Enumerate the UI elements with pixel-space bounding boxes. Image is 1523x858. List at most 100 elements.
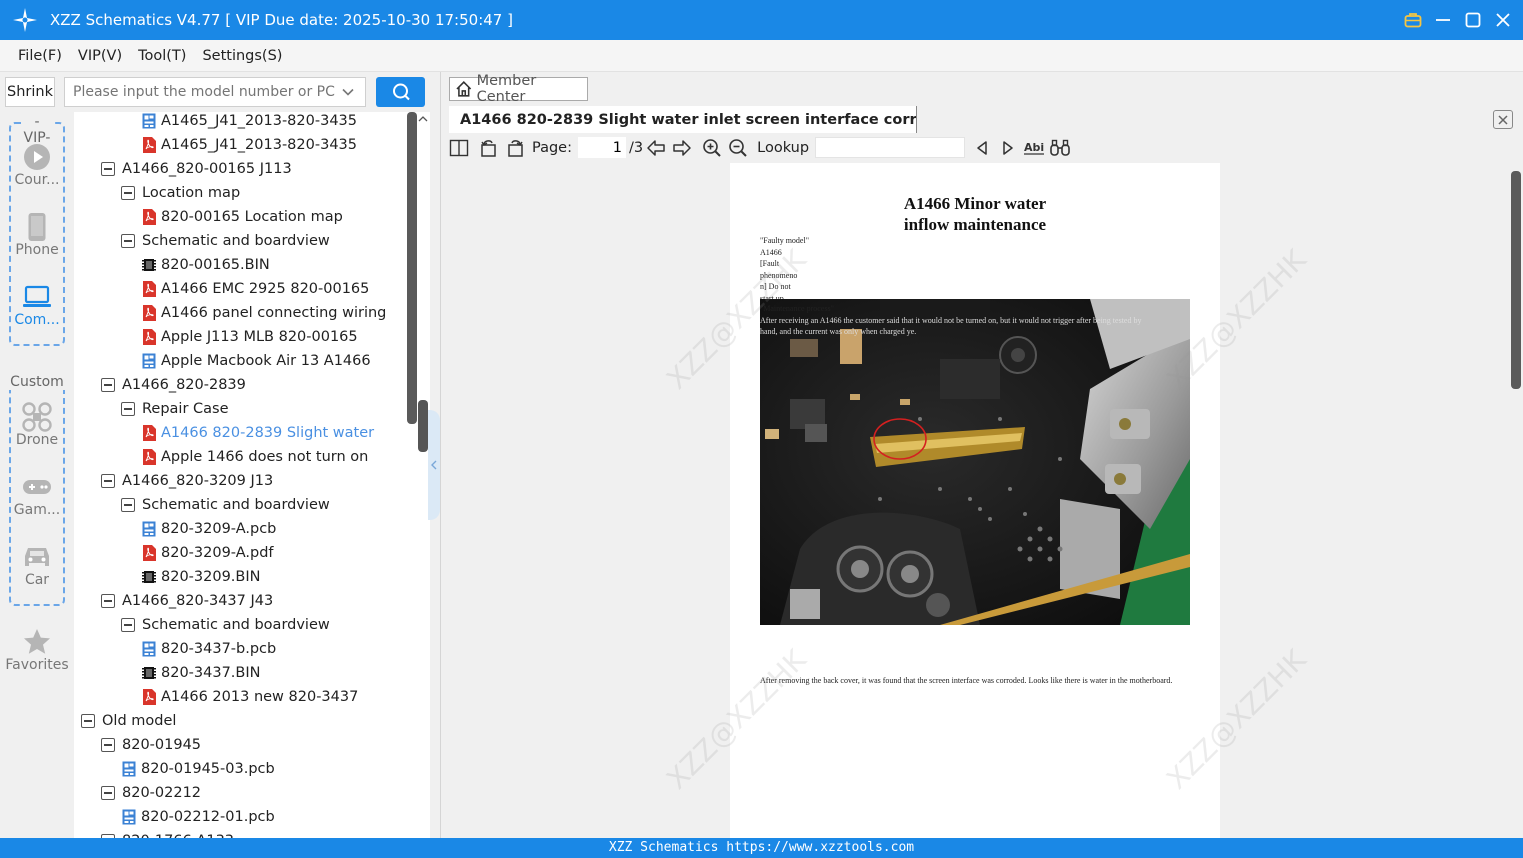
- maximize-icon[interactable]: [1463, 10, 1483, 30]
- menu-file[interactable]: File(F): [10, 48, 70, 64]
- window-title: XZZ Schematics V4.77 [ VIP Due date: 202…: [50, 11, 513, 29]
- tree-row[interactable]: 820-1766 A133: [101, 829, 234, 838]
- model-search-input[interactable]: [73, 84, 335, 100]
- collapse-toggle-icon[interactable]: [101, 738, 115, 752]
- match-case-icon[interactable]: Abi: [1021, 136, 1047, 160]
- collapse-panel-handle[interactable]: [428, 410, 440, 520]
- collapse-toggle-icon[interactable]: [81, 714, 95, 728]
- tree-row[interactable]: 820-02212-01.pcb: [122, 805, 275, 829]
- tree-row[interactable]: A1466 820-2839 Slight water: [142, 421, 374, 445]
- collapse-toggle-icon[interactable]: [101, 378, 115, 392]
- tree-row[interactable]: Apple Macbook Air 13 A1466: [142, 349, 371, 373]
- menu-tool[interactable]: Tool(T): [130, 48, 194, 64]
- collapse-toggle-icon[interactable]: [121, 402, 135, 416]
- binoculars-icon[interactable]: [1047, 136, 1073, 160]
- menu-settings[interactable]: Settings(S): [194, 48, 290, 64]
- viewer-scrollbar-thumb[interactable]: [1511, 171, 1521, 389]
- tree-row[interactable]: Old model: [81, 709, 176, 733]
- tree-scrollbar-thumb[interactable]: [407, 112, 417, 424]
- category-drone[interactable]: Drone: [0, 402, 74, 448]
- tree-row-label: Apple Macbook Air 13 A1466: [161, 353, 371, 369]
- collapse-toggle-icon[interactable]: [121, 234, 135, 248]
- pdf-viewer[interactable]: A1466 Minor water inflow maintenance "Fa…: [441, 161, 1523, 838]
- tree-row[interactable]: A1466_820-2839: [101, 373, 246, 397]
- zoom-in-icon[interactable]: [699, 136, 725, 160]
- category-game[interactable]: Gam...: [0, 472, 74, 518]
- close-tab-icon[interactable]: [1493, 110, 1513, 129]
- tree-row[interactable]: A1466 EMC 2925 820-00165: [142, 277, 369, 301]
- category-courses[interactable]: Cour...: [0, 142, 74, 188]
- category-car[interactable]: Car: [0, 542, 74, 588]
- panel-splitter[interactable]: [418, 400, 428, 452]
- category-phone[interactable]: Phone: [0, 212, 74, 258]
- tree-row-label: 820-01945: [122, 737, 202, 753]
- next-page-icon[interactable]: [669, 136, 695, 160]
- collapse-toggle-icon[interactable]: [101, 786, 115, 800]
- tree-row[interactable]: 820-3437-b.pcb: [142, 637, 276, 661]
- page-input[interactable]: [578, 137, 626, 158]
- tree-scrollbar[interactable]: [407, 112, 428, 838]
- tree-row[interactable]: 820-01945: [101, 733, 201, 757]
- rotate-right-icon[interactable]: [502, 136, 528, 160]
- tree-row[interactable]: 820-02212: [101, 781, 201, 805]
- sidebar-toggle-icon[interactable]: [446, 136, 472, 160]
- tree-row[interactable]: Schematic and boardview: [121, 493, 330, 517]
- tree-row[interactable]: Location map: [121, 181, 240, 205]
- previous-page-icon[interactable]: [643, 136, 669, 160]
- find-previous-icon[interactable]: [969, 136, 995, 160]
- tree-row-label: 820-02212-01.pcb: [141, 809, 275, 825]
- tree-row[interactable]: A1466 panel connecting wiring: [142, 301, 386, 325]
- collapse-toggle-icon[interactable]: [101, 162, 115, 176]
- search-button[interactable]: [376, 77, 425, 107]
- chevron-left-icon: [431, 460, 437, 470]
- zoom-out-icon[interactable]: [725, 136, 751, 160]
- pdf-file-icon: [143, 137, 156, 153]
- tree-row[interactable]: A1466 2013 new 820-3437: [142, 685, 358, 709]
- vip-bag-icon[interactable]: [1403, 10, 1423, 30]
- tree-row[interactable]: 820-00165 Location map: [142, 205, 343, 229]
- tree-row[interactable]: 820-00165.BIN: [142, 253, 270, 277]
- tree-row[interactable]: Schematic and boardview: [121, 613, 330, 637]
- viewer-scrollbar[interactable]: [1509, 161, 1523, 838]
- tree-row[interactable]: A1466_820-3437 J43: [101, 589, 273, 613]
- bin-file-icon: [142, 571, 156, 583]
- tree-row[interactable]: Repair Case: [121, 397, 229, 421]
- tree-row[interactable]: 820-01945-03.pcb: [122, 757, 275, 781]
- shrink-button[interactable]: Shrink: [5, 77, 55, 107]
- tree-row[interactable]: A1466_820-3209 J13: [101, 469, 273, 493]
- rotate-left-icon[interactable]: [476, 136, 502, 160]
- lookup-input[interactable]: [815, 137, 966, 158]
- collapse-toggle-icon[interactable]: [121, 186, 135, 200]
- pdf-file-icon: [143, 545, 156, 561]
- tree-row[interactable]: A1465_J41_2013-820-3435: [142, 112, 357, 133]
- tree-row[interactable]: Apple 1466 does not turn on: [142, 445, 368, 469]
- category-computer[interactable]: Com...: [0, 282, 74, 328]
- tree-row[interactable]: 820-3437.BIN: [142, 661, 261, 685]
- scroll-up-icon[interactable]: [418, 114, 428, 124]
- tree-row[interactable]: 820-3209-A.pdf: [142, 541, 274, 565]
- tree-row[interactable]: Schematic and boardview: [121, 229, 330, 253]
- collapse-toggle-icon[interactable]: [121, 618, 135, 632]
- member-center-button[interactable]: Member Center: [449, 73, 588, 105]
- tree-row-label: Apple 1466 does not turn on: [161, 449, 369, 465]
- search-icon: [392, 83, 410, 101]
- tree-row[interactable]: A1465_J41_2013-820-3435: [142, 133, 357, 157]
- menu-vip[interactable]: VIP(V): [70, 48, 130, 64]
- close-icon[interactable]: [1493, 10, 1513, 30]
- find-next-icon[interactable]: [995, 136, 1021, 160]
- chevron-down-icon[interactable]: [341, 85, 355, 103]
- tree-row[interactable]: Apple J113 MLB 820-00165: [142, 325, 358, 349]
- drone-icon: [0, 402, 74, 432]
- collapse-toggle-icon[interactable]: [121, 498, 135, 512]
- tree-row[interactable]: 820-3209-A.pcb: [142, 517, 276, 541]
- collapse-toggle-icon[interactable]: [101, 474, 115, 488]
- category-favorites[interactable]: Favorites: [0, 627, 74, 673]
- tree-row[interactable]: A1466_820-00165 J113: [101, 157, 292, 181]
- model-search-combobox[interactable]: [64, 77, 366, 107]
- minimize-icon[interactable]: [1433, 10, 1453, 30]
- collapse-toggle-icon[interactable]: [101, 594, 115, 608]
- tree-row[interactable]: 820-3209.BIN: [142, 565, 261, 589]
- page-total: /3: [629, 139, 644, 156]
- document-tab[interactable]: A1466 820-2839 Slight water inlet screen…: [449, 106, 917, 133]
- tree-row-label: A1466 panel connecting wiring: [161, 305, 387, 321]
